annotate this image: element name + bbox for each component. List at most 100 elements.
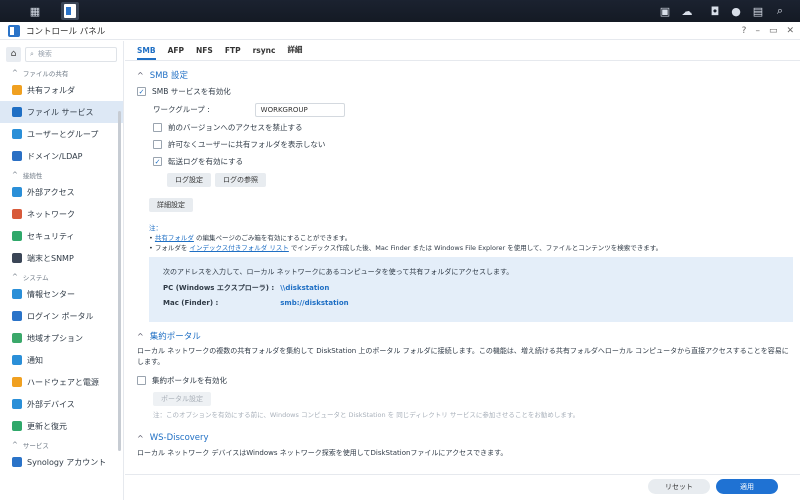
transfer-log-checkbox[interactable]: ✓ xyxy=(153,157,162,166)
tab-ftp[interactable]: FTP xyxy=(225,46,241,60)
indexed-folder-link[interactable]: インデックス付きフォルダ リスト xyxy=(189,244,288,252)
main-panel: SMB AFP NFS FTP rsync 詳細 ^ SMB 設定 ✓ SMB … xyxy=(125,41,800,500)
app-grid-icon[interactable]: ▦ xyxy=(26,2,44,20)
tab-afp[interactable]: AFP xyxy=(168,46,184,60)
sidebar-item[interactable]: 情報センター xyxy=(0,283,123,305)
sidebar-item-icon xyxy=(12,399,22,409)
sidebar-item-label: 外部デバイス xyxy=(27,399,75,409)
advanced-settings-button[interactable]: 詳細設定 xyxy=(149,198,193,212)
ws-description: ローカル ネットワーク デバイスはWindows ネットワーク探索を使用してDi… xyxy=(137,449,508,457)
sidebar: ⌂ ⌕ 検索 ^ ファイルの共有 共有フォルダ ファイル サービス ユーザーとグループド… xyxy=(0,41,124,500)
log-settings-button[interactable]: ログ設定 xyxy=(167,172,211,187)
sidebar-item[interactable]: ユーザーとグループ xyxy=(0,123,123,145)
sidebar-section-label: ファイルの共有 xyxy=(22,70,69,78)
sidebar-item[interactable]: 端末とSNMP xyxy=(0,247,123,269)
sidebar-section-header[interactable]: ^ システム xyxy=(0,271,123,283)
chevron-up-icon: ^ xyxy=(137,70,144,80)
package-icon[interactable]: ▣ xyxy=(656,2,674,20)
sidebar-item[interactable]: 共有フォルダ xyxy=(0,79,123,101)
portal-enable-checkbox[interactable] xyxy=(137,376,146,385)
user-icon[interactable]: ● xyxy=(727,2,745,20)
widgets-icon[interactable]: ▤ xyxy=(749,2,767,20)
workgroup-row: ワークグループ : WORKGROUP xyxy=(125,100,795,119)
home-button[interactable]: ⌂ xyxy=(6,46,21,62)
tab-rsync[interactable]: rsync xyxy=(253,46,276,60)
reset-button[interactable]: リセット xyxy=(648,479,710,494)
hide-unauth-checkbox[interactable] xyxy=(153,140,162,149)
sidebar-item[interactable]: 外部アクセス xyxy=(0,181,123,203)
tab-advanced[interactable]: 詳細 xyxy=(287,44,302,60)
shared-folder-link[interactable]: 共有フォルダ xyxy=(155,234,194,242)
sidebar-item-label: 地域オプション xyxy=(27,333,83,343)
sidebar-item-icon xyxy=(12,333,22,343)
sidebar-item-icon xyxy=(12,187,22,197)
maximize-button[interactable]: ▭ xyxy=(769,26,778,36)
ws-section-header[interactable]: ^ WS-Discovery xyxy=(125,430,795,446)
sidebar-item-icon xyxy=(12,377,22,387)
sidebar-section-label: 接続性 xyxy=(22,172,43,180)
portal-section-title: 集約ポータル xyxy=(149,332,201,342)
sidebar-item-icon xyxy=(12,355,22,365)
portal-note: 注：このオプションを有効にする前に、Windows コンピュータと DiskSt… xyxy=(153,411,580,419)
sidebar-item[interactable]: セキュリティ xyxy=(0,225,123,247)
smb-enable-checkbox[interactable]: ✓ xyxy=(137,87,146,96)
sidebar-item[interactable]: 外部デバイス xyxy=(0,393,123,415)
sidebar-item-icon xyxy=(12,457,22,467)
minimize-button[interactable]: – xyxy=(755,26,760,36)
sidebar-item[interactable]: ファイル サービス xyxy=(0,101,123,123)
sidebar-item-icon xyxy=(12,253,22,263)
sidebar-section-header[interactable]: ^ 接続性 xyxy=(0,169,123,181)
sidebar-section-header[interactable]: ^ サービス xyxy=(0,439,123,451)
apply-button[interactable]: 適用 xyxy=(716,479,778,494)
search-icon[interactable]: ⌕ xyxy=(771,2,789,20)
sidebar-item[interactable]: Synology アカウント xyxy=(0,451,123,473)
sidebar-item-label: 更新と復元 xyxy=(27,421,67,431)
control-panel-taskbar-icon[interactable] xyxy=(61,2,79,20)
ws-section-title: WS-Discovery xyxy=(149,433,209,443)
portal-section-header[interactable]: ^ 集約ポータル xyxy=(125,328,795,344)
search-input[interactable]: ⌕ 検索 xyxy=(25,46,117,62)
smb-section-header[interactable]: ^ SMB 設定 xyxy=(125,67,795,83)
close-button[interactable]: ✕ xyxy=(786,26,794,36)
chevron-up-icon: ^ xyxy=(12,171,18,179)
sidebar-item-label: 情報センター xyxy=(27,289,75,299)
sidebar-item[interactable]: ドメイン/LDAP xyxy=(0,145,123,167)
sidebar-nav: ^ ファイルの共有 共有フォルダ ファイル サービス ユーザーとグループ ドメイン/LDA… xyxy=(0,67,123,473)
chevron-up-icon: ^ xyxy=(12,273,18,281)
note-2-pre: フォルダを xyxy=(154,244,190,252)
sidebar-item-label: セキュリティ xyxy=(27,231,75,241)
tab-smb[interactable]: SMB xyxy=(137,46,156,60)
note-1-text: の編集ページのごみ箱を有効にすることができます。 xyxy=(193,234,352,242)
sidebar-item-label: Synology アカウント xyxy=(27,457,107,467)
portal-settings-button[interactable]: ポータル設定 xyxy=(153,391,211,406)
sidebar-item-icon xyxy=(12,209,22,219)
tab-nfs[interactable]: NFS xyxy=(196,46,213,60)
sidebar-item-label: ファイル サービス xyxy=(27,107,94,117)
chat-icon[interactable]: ◘ xyxy=(706,2,724,20)
sidebar-item[interactable]: 地域オプション xyxy=(0,327,123,349)
note-2: • フォルダを インデックス付きフォルダ リスト でインデックス作成した後、Ma… xyxy=(149,244,663,252)
chevron-up-icon: ^ xyxy=(137,331,144,341)
sidebar-item-icon xyxy=(12,421,22,431)
sidebar-item-icon xyxy=(12,107,22,117)
sidebar-scrollbar[interactable] xyxy=(118,111,121,451)
sidebar-item[interactable]: 通知 xyxy=(0,349,123,371)
help-button[interactable]: ? xyxy=(742,26,747,36)
cloud-status-icon[interactable]: ☁ xyxy=(678,2,696,20)
smb-section-title: SMB 設定 xyxy=(149,71,188,81)
hide-prev-label: 前のバージョンへのアクセスを禁止する xyxy=(168,123,303,132)
sidebar-item[interactable]: ログイン ポータル xyxy=(0,305,123,327)
pc-address-row: PC (Windows エクスプローラ) : \\diskstation xyxy=(163,283,779,293)
workgroup-input[interactable]: WORKGROUP xyxy=(254,102,345,117)
sidebar-item-label: 共有フォルダ xyxy=(27,85,75,95)
sidebar-item[interactable]: ネットワーク xyxy=(0,203,123,225)
window-title: コントロール パネル xyxy=(26,26,106,37)
log-view-button[interactable]: ログの参照 xyxy=(215,172,266,187)
sidebar-item[interactable]: 更新と復元 xyxy=(0,415,123,437)
sidebar-section-header[interactable]: ^ ファイルの共有 xyxy=(0,67,123,79)
sidebar-item-label: ユーザーとグループ xyxy=(27,129,99,139)
hide-prev-checkbox[interactable] xyxy=(153,123,162,132)
sidebar-item[interactable]: ハードウェアと電源 xyxy=(0,371,123,393)
search-icon: ⌕ xyxy=(30,49,34,58)
search-placeholder: 検索 xyxy=(37,50,52,58)
